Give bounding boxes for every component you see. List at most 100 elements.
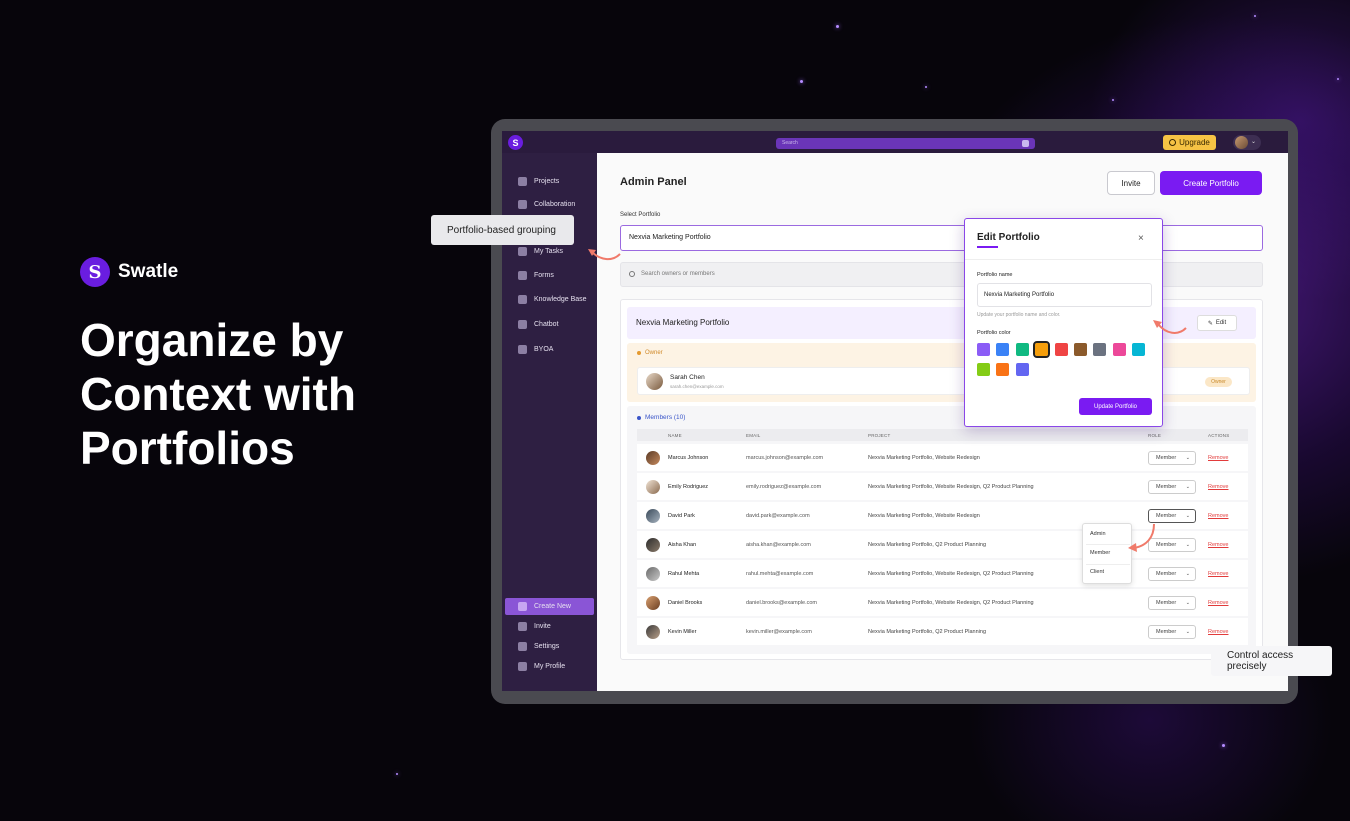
table-row: Rahul Mehta rahul.mehta@example.com Nexv… — [637, 560, 1248, 587]
create-portfolio-button[interactable]: Create Portfolio — [1160, 171, 1262, 195]
remove-button[interactable]: Remove — [1208, 629, 1228, 635]
sidebar-item-label: My Tasks — [534, 247, 564, 255]
sidebar-item-label: Chatbot — [534, 320, 559, 328]
global-search-input[interactable]: Search — [776, 138, 1035, 149]
user-menu[interactable]: ⌄ — [1233, 135, 1261, 150]
chevron-down-icon: ⌄ — [1251, 139, 1257, 145]
chevron-down-icon: ⌄ — [1185, 455, 1190, 461]
color-swatch[interactable] — [1054, 343, 1068, 356]
portfolio-name-input[interactable]: Nexvia Marketing Portfolio — [977, 283, 1152, 307]
column-header-name: NAME — [668, 433, 682, 438]
remove-button[interactable]: Remove — [1208, 484, 1228, 490]
color-swatch[interactable] — [1112, 343, 1126, 356]
portfolio-select[interactable]: Nexvia Marketing Portfolio — [620, 225, 1263, 251]
role-value: Member — [1156, 455, 1177, 461]
byoa-icon — [518, 344, 527, 354]
member-name: Emily Rodriguez — [668, 484, 709, 490]
star-decoration — [1112, 99, 1114, 101]
role-select[interactable]: Member ⌄ — [1148, 625, 1196, 639]
title-underline — [977, 246, 998, 248]
edit-portfolio-button[interactable]: ✎ Edit — [1197, 315, 1237, 331]
sidebar-item-knowledge-base[interactable]: Knowledge Base — [518, 292, 587, 306]
member-search-input[interactable]: Search owners or members — [620, 262, 1263, 287]
app-logo-icon[interactable]: S — [508, 135, 523, 150]
avatar — [646, 625, 660, 639]
color-swatch[interactable] — [1033, 341, 1051, 358]
members-label-text: Members (10) — [645, 414, 686, 421]
color-swatch[interactable] — [996, 363, 1010, 376]
role-select[interactable]: Member ⌄ — [1148, 509, 1196, 523]
device-frame: S Search Upgrade ⌄ Projects Collaboratio… — [491, 119, 1298, 704]
color-swatch[interactable] — [977, 363, 990, 376]
member-email: rahul.mehta@example.com — [746, 571, 814, 577]
role-option-member[interactable]: Member — [1090, 550, 1110, 556]
projects-icon — [518, 176, 527, 186]
upgrade-icon — [1169, 139, 1177, 146]
remove-button[interactable]: Remove — [1208, 513, 1228, 519]
upgrade-button[interactable]: Upgrade — [1163, 135, 1216, 150]
color-swatch[interactable] — [1015, 363, 1029, 376]
sidebar-item-collaboration[interactable]: Collaboration — [518, 197, 575, 211]
role-select[interactable]: Member ⌄ — [1148, 596, 1196, 610]
sidebar-item-my-profile[interactable]: My Profile — [518, 659, 565, 673]
color-swatch[interactable] — [1093, 343, 1107, 356]
sidebar-item-my-tasks[interactable]: My Tasks — [518, 244, 563, 258]
star-decoration — [1222, 744, 1225, 747]
color-swatch[interactable] — [1074, 343, 1087, 356]
sidebar-item-label: Projects — [534, 177, 560, 185]
star-decoration — [1254, 15, 1256, 17]
sidebar-item-label: Invite — [534, 622, 551, 630]
portfolio-panel: Nexvia Marketing Portfolio ✎ Edit Owner … — [620, 299, 1263, 660]
color-swatch[interactable] — [996, 343, 1010, 356]
role-select[interactable]: Member ⌄ — [1148, 480, 1196, 494]
column-header-actions: ACTIONS — [1208, 433, 1230, 438]
owner-dot-icon — [637, 351, 641, 355]
settings-icon — [518, 641, 527, 651]
upgrade-label: Upgrade — [1179, 138, 1210, 147]
sidebar-item-settings[interactable]: Settings — [518, 639, 559, 653]
member-email: kevin.miller@example.com — [746, 629, 812, 635]
member-name: Rahul Mehta — [668, 571, 700, 577]
search-icon — [629, 271, 635, 277]
invite-button[interactable]: Invite — [1107, 171, 1155, 195]
sidebar-item-label: My Profile — [534, 662, 566, 670]
sidebar-item-forms[interactable]: Forms — [518, 268, 554, 282]
role-value: Member — [1156, 629, 1177, 635]
edit-portfolio-modal: Edit Portfolio × Portfolio name Nexvia M… — [964, 218, 1163, 427]
members-section: Members (10) NAME EMAIL PROJECT ROLE ACT… — [627, 406, 1256, 654]
chevron-down-icon: ⌄ — [1185, 629, 1190, 635]
edit-label: Edit — [1215, 320, 1227, 326]
sidebar-item-chatbot[interactable]: Chatbot — [518, 317, 559, 331]
remove-button[interactable]: Remove — [1208, 542, 1228, 548]
update-portfolio-button[interactable]: Update Portfolio — [1079, 398, 1152, 415]
main-content: Admin Panel Invite Create Portfolio Sele… — [597, 153, 1288, 691]
sidebar-item-label: Settings — [534, 642, 560, 650]
member-name: Marcus Johnson — [668, 455, 709, 461]
divider — [965, 259, 1162, 260]
owner-label-text: Owner — [645, 350, 663, 356]
create-new-button[interactable]: Create New — [518, 599, 571, 613]
collaboration-icon — [518, 199, 527, 209]
remove-button[interactable]: Remove — [1208, 455, 1228, 461]
avatar — [646, 538, 660, 552]
close-icon[interactable]: × — [1138, 233, 1144, 244]
role-select[interactable]: Member ⌄ — [1148, 451, 1196, 465]
remove-button[interactable]: Remove — [1208, 600, 1228, 606]
color-swatch[interactable] — [977, 343, 990, 356]
role-option-admin[interactable]: Admin — [1090, 531, 1106, 537]
role-select[interactable]: Member ⌄ — [1148, 567, 1196, 581]
sidebar-item-byoa[interactable]: BYOA — [518, 342, 553, 356]
sidebar-item-projects[interactable]: Projects — [518, 174, 559, 188]
member-name: Kevin Miller — [668, 629, 697, 635]
search-placeholder: Search — [782, 140, 798, 146]
sidebar-item-invite[interactable]: Invite — [518, 619, 551, 633]
shortcut-icon — [1022, 140, 1029, 147]
color-swatch[interactable] — [1132, 343, 1146, 356]
role-option-client[interactable]: Client — [1090, 569, 1104, 575]
divider — [1086, 564, 1130, 565]
color-swatch[interactable] — [1015, 343, 1029, 356]
brand: S Swatle — [80, 257, 178, 287]
member-email: daniel.brooks@example.com — [746, 600, 818, 606]
role-value: Member — [1156, 484, 1177, 490]
remove-button[interactable]: Remove — [1208, 571, 1228, 577]
